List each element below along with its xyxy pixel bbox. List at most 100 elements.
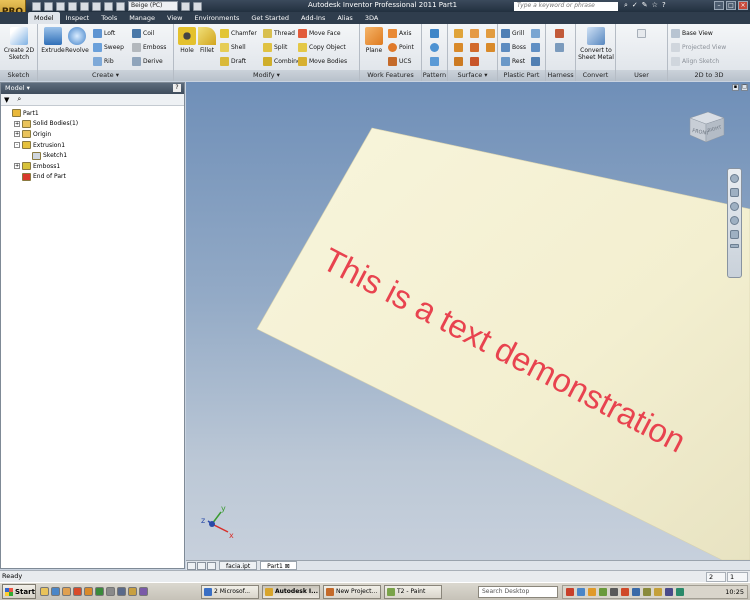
tab-3da[interactable]: 3DA <box>359 12 384 24</box>
viewport-menu-icon[interactable]: ▪ <box>732 84 739 91</box>
navbar-menu-icon[interactable] <box>730 244 739 248</box>
filter-icon[interactable]: ▼ <box>4 96 9 104</box>
browser-header[interactable]: Model ▾ ? <box>1 83 184 94</box>
tree-expander-icon[interactable]: + <box>14 163 20 170</box>
zoom-icon[interactable] <box>730 202 739 211</box>
grill-button[interactable]: Grill <box>501 28 524 39</box>
copy-object-button[interactable]: Copy Object <box>298 42 346 53</box>
tree-node[interactable]: Part1 <box>1 108 184 119</box>
convert-to-sheet-metal-button[interactable]: Convert to Sheet Metal <box>577 27 615 61</box>
trim-button[interactable] <box>470 42 479 53</box>
replace-face-button[interactable] <box>486 42 495 53</box>
revolve-button[interactable]: Revolve <box>65 27 89 54</box>
tray-battery-icon[interactable] <box>676 588 684 596</box>
tray-volume-icon[interactable] <box>610 588 618 596</box>
help-search-input[interactable]: Type a keyword or phrase <box>514 2 618 11</box>
sweep-button[interactable]: Sweep <box>93 42 124 53</box>
tile-vertical-icon[interactable] <box>197 561 206 570</box>
taskbar-button[interactable]: 2 Microsof... <box>201 584 259 599</box>
tab-model[interactable]: Model <box>28 12 60 24</box>
tree-expander-icon[interactable]: + <box>14 131 20 138</box>
quick-launch-settings-icon[interactable] <box>106 587 115 596</box>
look-at-icon[interactable] <box>730 230 739 239</box>
redo-icon[interactable] <box>80 1 89 11</box>
stitch-button[interactable] <box>454 42 463 53</box>
quick-launch-desktop-icon[interactable] <box>117 587 126 596</box>
tree-node[interactable]: Sketch1 <box>1 150 184 161</box>
quick-launch-firefox-icon[interactable] <box>84 587 93 596</box>
minimize-icon[interactable]: – <box>714 1 724 10</box>
tab-alias[interactable]: Alias <box>331 12 358 24</box>
taskbar-button[interactable]: New Project... <box>323 584 381 599</box>
axis-button[interactable]: Axis <box>388 28 411 39</box>
steering-wheel-icon[interactable] <box>730 174 739 183</box>
emboss-button[interactable]: Emboss <box>132 42 166 53</box>
shell-button[interactable]: Shell <box>220 42 246 53</box>
move-bodies-button[interactable]: Move Bodies <box>298 56 347 67</box>
projected-view-button[interactable]: Projected View <box>671 42 726 53</box>
derive-button[interactable]: Derive <box>132 56 163 67</box>
delete-face-button[interactable] <box>470 56 479 67</box>
quick-launch-media-icon[interactable] <box>73 587 82 596</box>
tree-node[interactable]: + Solid Bodies(1) <box>1 119 184 130</box>
parameters-icon[interactable] <box>181 1 190 11</box>
plane-button[interactable]: Plane <box>363 27 385 54</box>
doc-tab-close-icon[interactable]: ⊠ <box>285 563 290 570</box>
binoculars-icon[interactable]: ⌕ <box>624 1 628 10</box>
cascade-icon[interactable] <box>207 561 216 570</box>
doc-tab-facia[interactable]: facia.ipt <box>219 561 258 570</box>
extrude-button[interactable]: Extrude <box>41 27 65 54</box>
subscription-icon[interactable]: ✓ <box>632 1 638 10</box>
undo-icon[interactable] <box>68 1 77 11</box>
tree-node[interactable]: + Emboss1 <box>1 161 184 172</box>
tray-display-icon[interactable] <box>665 588 673 596</box>
hole-button[interactable]: Hole <box>177 27 197 54</box>
lip-button[interactable] <box>531 56 540 67</box>
move-face-button[interactable]: Move Face <box>298 28 341 39</box>
tray-app-icon[interactable] <box>643 588 651 596</box>
new-icon[interactable] <box>32 1 41 11</box>
harness-wire-button[interactable] <box>555 42 564 53</box>
quick-launch-more-icon[interactable] <box>139 587 148 596</box>
coil-button[interactable]: Coil <box>132 28 154 39</box>
thread-button[interactable]: Thread <box>263 28 295 39</box>
graphics-window[interactable]: This is a text demonstration x y z ▪ □ F… <box>186 82 750 560</box>
close-icon[interactable]: × <box>738 1 748 10</box>
split-button[interactable]: Split <box>263 42 287 53</box>
viewcube[interactable]: FRONT RIGHT <box>686 108 728 144</box>
tree-expander-icon[interactable]: - <box>14 142 20 149</box>
align-sketch-button[interactable]: Align Sketch <box>671 56 719 67</box>
tile-horizontal-icon[interactable] <box>187 561 196 570</box>
tab-add-ins[interactable]: Add-Ins <box>295 12 331 24</box>
taskbar-button[interactable]: T2 - Paint <box>384 584 442 599</box>
tab-view[interactable]: View <box>161 12 188 24</box>
tab-tools[interactable]: Tools <box>95 12 123 24</box>
communication-icon[interactable]: ✎ <box>642 1 648 10</box>
start-button[interactable]: Start <box>2 584 36 599</box>
quick-launch-app-icon[interactable] <box>95 587 104 596</box>
sculpt-button[interactable] <box>454 56 463 67</box>
point-button[interactable]: Point <box>388 42 414 53</box>
user-command-button[interactable] <box>637 28 646 39</box>
favorites-icon[interactable]: ☆ <box>652 1 658 10</box>
loft-button[interactable]: Loft <box>93 28 115 39</box>
orbit-icon[interactable] <box>730 216 739 225</box>
tray-sync-icon[interactable] <box>632 588 640 596</box>
tree-node[interactable]: End of Part <box>1 172 184 183</box>
patch-button[interactable] <box>470 28 479 39</box>
snap-fit-button[interactable] <box>531 28 540 39</box>
harness-properties-button[interactable] <box>555 28 564 39</box>
tree-node[interactable]: - Extrusion1 <box>1 140 184 151</box>
combine-button[interactable]: Combine <box>263 56 301 67</box>
find-icon[interactable]: ⌕ <box>17 95 21 104</box>
material-icon[interactable] <box>193 1 202 11</box>
fillet-button[interactable]: Fillet <box>197 27 217 54</box>
quick-launch-explorer-icon[interactable] <box>62 587 71 596</box>
appearance-combo[interactable]: Beige (PC) <box>128 1 178 11</box>
tray-folder-icon[interactable] <box>654 588 662 596</box>
tab-environments[interactable]: Environments <box>188 12 245 24</box>
help-button[interactable]: ? <box>662 1 666 10</box>
chamfer-button[interactable]: Chamfer <box>220 28 257 39</box>
quick-launch-ie-icon[interactable] <box>51 587 60 596</box>
taskbar-button[interactable]: Autodesk I... <box>262 584 320 599</box>
